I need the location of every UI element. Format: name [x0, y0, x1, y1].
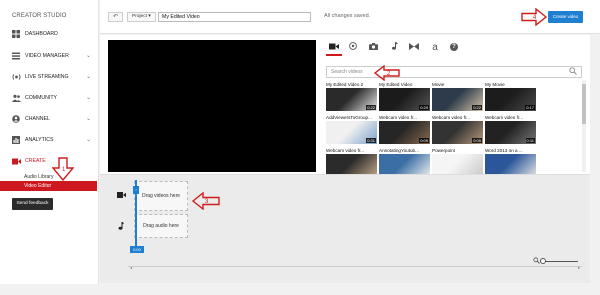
video-manager-icon — [11, 51, 21, 61]
tab-audio[interactable] — [387, 41, 401, 53]
media-thumbnail[interactable]: Webcam video fr... 0:05 — [432, 115, 483, 144]
media-scrollbar-thumb[interactable] — [582, 84, 586, 124]
audio-drop-zone[interactable]: Drag audio here — [134, 214, 188, 238]
media-thumbnail[interactable]: Webcam video fr... — [326, 148, 377, 177]
save-status: All changes saved. — [324, 13, 371, 19]
annotation-number: 1 — [62, 167, 66, 173]
media-thumbnail[interactable]: AnnotatingYoutub... — [379, 148, 430, 177]
sidebar-item-video-manager[interactable]: VIDEO MANAGER ⌄ — [0, 49, 99, 63]
thumbnail-image: 0:09 — [379, 121, 430, 144]
media-thumbnail[interactable]: Powerpoint — [432, 148, 483, 177]
duration-badge: 0:31 — [366, 138, 376, 143]
sidebar-item-label: COMMUNITY — [25, 95, 57, 101]
search-input[interactable]: Search videos — [326, 66, 582, 78]
thumbnail-image: 0:31 — [326, 121, 377, 144]
annotation-arrow-left: 3 — [192, 192, 220, 210]
search-icon[interactable] — [569, 67, 577, 77]
chevron-down-icon[interactable]: ⌄ — [86, 73, 91, 80]
sidebar-item-label: VIDEO MANAGER — [25, 53, 69, 59]
tab-videos[interactable] — [327, 41, 341, 53]
thumbnail-image: 0:29 — [379, 88, 430, 111]
zoom-slider-handle[interactable] — [540, 258, 546, 264]
sidebar-item-label: LIVE STREAMING — [25, 74, 69, 80]
media-thumbnail[interactable]: Webcam video fr... 0:09 — [379, 115, 430, 144]
annotation-arrow-left: 2 — [374, 65, 400, 81]
timeline-ruler — [128, 266, 582, 267]
zoom-icon — [533, 257, 540, 266]
community-icon — [11, 93, 21, 103]
tab-transitions[interactable] — [407, 41, 421, 53]
ruler-left-marker: ◂ — [130, 265, 133, 270]
text-icon[interactable]: a — [428, 41, 442, 53]
create-icon — [11, 156, 21, 166]
duration-badge: 0:17 — [525, 105, 535, 110]
video-track-icon — [117, 192, 126, 200]
thumbnail-image: 0:17 — [485, 88, 536, 111]
playhead-handle[interactable]: › — [133, 186, 139, 194]
sidebar-item-channel[interactable]: CHANNEL ⌄ — [0, 112, 99, 126]
channel-icon — [11, 114, 21, 124]
photo-icon — [349, 42, 357, 52]
duration-badge: 0:05 — [472, 138, 482, 143]
duration-badge: 0:29 — [419, 105, 429, 110]
media-thumbnail[interactable]: My Edited Video 2 0:22 — [326, 82, 377, 111]
sidebar-item-live-streaming[interactable]: LIVE STREAMING ⌄ — [0, 70, 99, 84]
dashboard-icon — [11, 29, 21, 39]
sidebar-item-analytics[interactable]: ANALYTICS ⌄ — [0, 133, 99, 147]
thumbnail-image: 0:05 — [432, 121, 483, 144]
annotation-arrow-down: 1 — [52, 157, 74, 181]
media-thumbnail[interactable]: Word 2013 on a ... — [485, 148, 536, 177]
sidebar-item-label: DASHBOARD — [25, 31, 58, 37]
camera-icon — [368, 42, 378, 52]
tab-camera[interactable] — [366, 41, 380, 53]
media-thumbnail[interactable]: Webcam video fr... 0:11 — [485, 115, 536, 144]
thumbnail-image: 0:22 — [432, 88, 483, 111]
project-title-input[interactable]: My Edited Video — [158, 12, 311, 22]
tab-help[interactable]: ? — [447, 41, 461, 53]
audio-track-icon — [118, 222, 124, 232]
playhead-time: 0:00 — [130, 246, 144, 253]
chevron-down-icon[interactable]: ⌄ — [86, 115, 91, 122]
thumbnail-image: 0:22 — [326, 88, 377, 111]
sidebar-item-community[interactable]: COMMUNITY ⌄ — [0, 91, 99, 105]
create-video-button[interactable]: Create video — [548, 11, 583, 23]
chevron-down-icon[interactable]: ⌄ — [86, 94, 91, 101]
project-label: Project — [132, 14, 147, 19]
chevron-down-icon[interactable]: ⌄ — [86, 52, 91, 59]
sidebar-item-video-editor[interactable]: Video Editor — [0, 181, 97, 191]
annotation-arrow-right: 4 — [521, 8, 547, 26]
live-streaming-icon — [11, 72, 21, 82]
sidebar-item-create[interactable]: CREATE — [0, 154, 99, 168]
duration-badge: 0:22 — [366, 105, 376, 110]
music-icon — [391, 42, 398, 52]
sidebar-item-label: CREATE — [25, 158, 46, 164]
tab-photos[interactable] — [346, 41, 360, 53]
media-thumbnail[interactable]: Movie 0:22 — [432, 82, 483, 111]
analytics-icon — [11, 135, 21, 145]
chevron-down-icon: ▾ — [148, 14, 151, 19]
sidebar-item-label: CHANNEL — [25, 116, 50, 122]
sidebar-item-label: ANALYTICS — [25, 137, 54, 143]
ruler-right-marker: ▸ — [578, 265, 581, 270]
video-preview[interactable] — [108, 40, 316, 172]
active-tab-indicator — [326, 54, 342, 56]
duration-badge: 0:09 — [419, 138, 429, 143]
video-camera-icon — [329, 43, 339, 52]
sidebar-title: CREATOR STUDIO — [12, 13, 67, 19]
thumbnail-image: 0:11 — [485, 121, 536, 144]
send-feedback-button[interactable]: Send feedback — [12, 198, 53, 210]
media-thumbnail[interactable]: AddViewersToGroup... 0:31 — [326, 115, 377, 144]
media-thumbnail[interactable]: My Edited Video 0:29 — [379, 82, 430, 111]
help-icon: ? — [450, 43, 458, 51]
transition-icon — [409, 42, 419, 52]
project-menu-button[interactable]: Project ▾ — [127, 12, 156, 22]
chevron-down-icon[interactable]: ⌄ — [86, 136, 91, 143]
undo-button[interactable]: ↶ — [108, 12, 123, 22]
sidebar: CREATOR STUDIO DASHBOARD VIDEO MANAGER ⌄… — [0, 0, 99, 284]
media-thumbnail[interactable]: My Movie 0:17 — [485, 82, 536, 111]
duration-badge: 0:11 — [525, 138, 535, 143]
video-drop-zone[interactable]: Drag videos here — [134, 181, 188, 211]
sidebar-item-dashboard[interactable]: DASHBOARD — [0, 27, 99, 41]
duration-badge: 0:22 — [472, 105, 482, 110]
